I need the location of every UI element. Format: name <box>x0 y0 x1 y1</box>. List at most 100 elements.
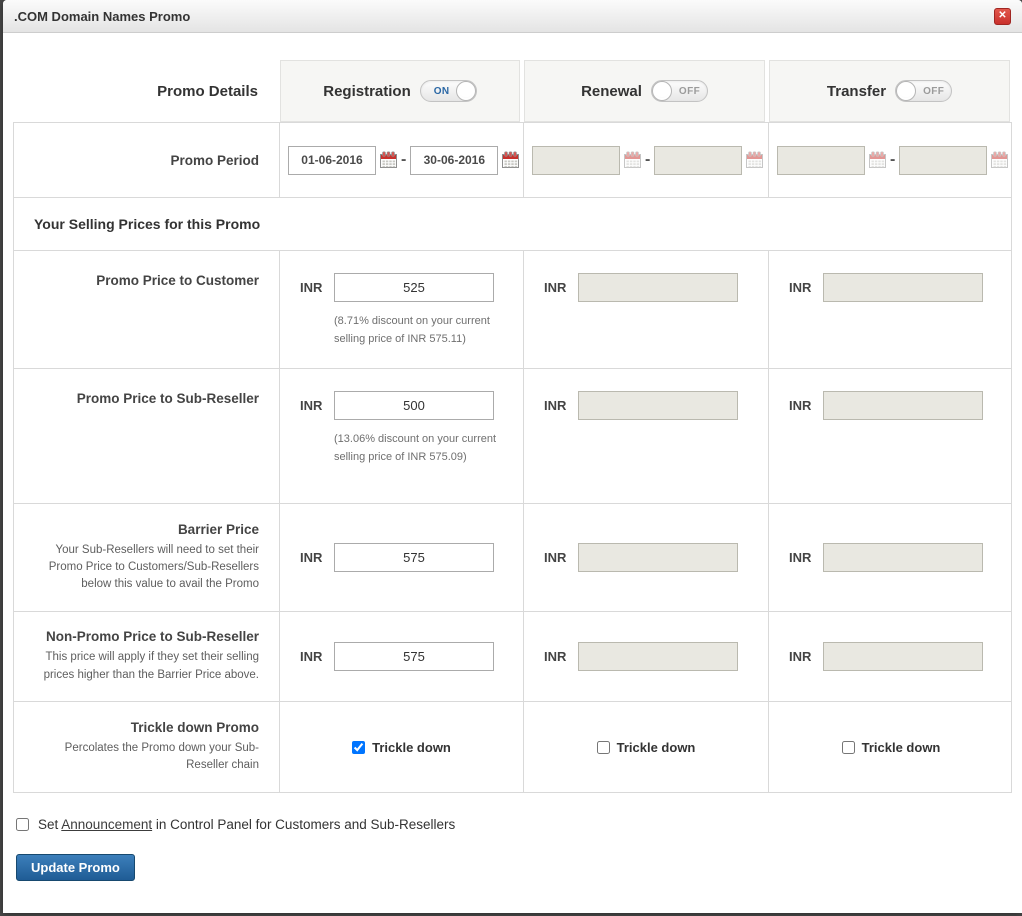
transfer-toggle[interactable]: OFF <box>895 80 953 102</box>
registration-price-cell: INR <box>279 612 523 701</box>
transfer-period-cell: - <box>768 123 1013 197</box>
column-header-renewal: Renewal OFF <box>524 60 765 122</box>
barrier-price-renewal-input <box>578 543 738 572</box>
toggle-state-label: OFF <box>923 85 945 97</box>
calendar-icon[interactable] <box>380 151 397 169</box>
toggle-knob-icon <box>896 81 917 101</box>
close-icon[interactable]: ✕ <box>994 7 1011 25</box>
currency-label: INR <box>544 398 567 413</box>
trickle-down-registration-checkbox[interactable] <box>352 740 366 754</box>
trickle-down-row: Trickle down Promo Percolates the Promo … <box>14 701 1011 792</box>
currency-label: INR <box>544 649 567 664</box>
transfer-price-cell: INR <box>768 612 1013 701</box>
barrier-price-transfer-input <box>823 543 983 572</box>
currency-label: INR <box>789 649 812 664</box>
promo-period-row: Promo Period - - <box>14 123 1011 197</box>
transfer-label: Transfer <box>826 82 887 100</box>
row-label-cell: Promo Price to Sub-Reseller <box>14 369 279 503</box>
promo-period-label-cell: Promo Period <box>14 123 279 197</box>
transfer-trickle-cell: Trickle down <box>768 702 1013 792</box>
date-range-separator: - <box>645 151 651 168</box>
renewal-price-cell: INR <box>523 251 768 368</box>
registration-trickle-cell: Trickle down <box>279 702 523 792</box>
registration-end-date-input[interactable] <box>410 145 499 175</box>
currency-label: INR <box>789 398 812 413</box>
promo-modal: .COM Domain Names Promo ✕ Promo Details … <box>3 0 1022 913</box>
announcement-prefix: Set <box>38 817 59 832</box>
row-label-cell: Trickle down Promo Percolates the Promo … <box>14 702 279 792</box>
row-label: Promo Price to Sub-Reseller <box>76 391 259 406</box>
renewal-price-cell: INR <box>523 504 768 611</box>
calendar-icon <box>991 151 1009 168</box>
barrier-price-row: Barrier Price Your Sub-Resellers will ne… <box>14 503 1011 611</box>
row-label: Non-Promo Price to Sub-Reseller <box>45 629 259 645</box>
toggle-knob-icon <box>455 81 476 101</box>
row-label: Promo Price to Customer <box>96 273 259 288</box>
row-description: Percolates the Promo down your Sub-Resel… <box>64 741 259 771</box>
currency-label: INR <box>789 550 812 565</box>
renewal-trickle-cell: Trickle down <box>523 702 768 792</box>
subreseller-price-transfer-input <box>823 391 983 420</box>
currency-label: INR <box>544 550 567 565</box>
registration-price-cell: INR <box>279 504 523 611</box>
registration-price-cell: INR (8.71% discount on your current sell… <box>279 251 523 368</box>
row-label-cell: Non-Promo Price to Sub-Reseller This pri… <box>14 612 279 701</box>
promo-details-header: Promo Details <box>157 82 258 100</box>
calendar-icon <box>624 151 641 168</box>
toggle-knob-icon <box>651 81 672 101</box>
transfer-price-cell: INR <box>768 504 1013 611</box>
column-header-row: Promo Details Registration ON Renewal OF… <box>13 60 1012 122</box>
renewal-label: Renewal <box>581 82 642 100</box>
trickle-down-renewal-checkbox[interactable] <box>596 740 610 754</box>
update-promo-button[interactable]: Update Promo <box>16 854 135 881</box>
date-range-separator: - <box>401 151 407 168</box>
currency-label: INR <box>300 398 323 413</box>
promo-price-subreseller-row: Promo Price to Sub-Reseller INR (13.06% … <box>14 368 1011 503</box>
row-description: This price will apply if they set their … <box>43 651 259 681</box>
row-label-cell: Barrier Price Your Sub-Resellers will ne… <box>14 504 279 611</box>
customer-price-registration-input[interactable] <box>334 273 494 302</box>
row-description: Your Sub-Resellers will need to set thei… <box>48 543 259 591</box>
promo-price-customer-row: Promo Price to Customer INR (8.71% disco… <box>14 250 1011 368</box>
subreseller-price-renewal-input <box>578 391 738 420</box>
modal-title: .COM Domain Names Promo <box>14 8 191 24</box>
registration-start-date-input[interactable] <box>288 145 376 175</box>
nonpromo-price-renewal-input <box>578 642 738 671</box>
renewal-start-date-input <box>532 145 620 175</box>
nonpromo-price-row: Non-Promo Price to Sub-Reseller This pri… <box>14 611 1011 701</box>
renewal-end-date-input <box>654 145 743 175</box>
row-label: Promo Period <box>170 152 259 168</box>
calendar-icon[interactable] <box>502 151 520 169</box>
nonpromo-price-registration-input[interactable] <box>334 642 494 671</box>
promo-table: Promo Period - - <box>13 122 1012 793</box>
discount-note: (13.06% discount on your current selling… <box>334 433 497 464</box>
renewal-period-cell: - <box>523 123 768 197</box>
date-range-separator: - <box>890 151 896 168</box>
announcement-link[interactable]: Announcement <box>61 817 152 832</box>
subreseller-price-registration-input[interactable] <box>334 391 494 420</box>
transfer-price-cell: INR <box>768 369 1013 503</box>
set-announcement-checkbox[interactable] <box>16 818 29 831</box>
announcement-text: Set Announcement in Control Panel for Cu… <box>38 817 455 832</box>
transfer-end-date-input <box>899 145 988 175</box>
transfer-start-date-input <box>777 145 865 175</box>
announcement-suffix: in Control Panel for Customers and Sub-R… <box>155 817 456 832</box>
row-label: Trickle down Promo <box>130 719 259 735</box>
currency-label: INR <box>300 649 323 664</box>
renewal-toggle[interactable]: OFF <box>650 80 708 102</box>
trickle-down-label: Trickle down <box>861 739 941 755</box>
column-header-registration: Registration ON <box>280 60 520 122</box>
modal-content: Promo Details Registration ON Renewal OF… <box>3 60 1022 881</box>
barrier-price-registration-input[interactable] <box>334 543 494 572</box>
customer-price-transfer-input <box>823 273 983 302</box>
registration-label: Registration <box>323 82 411 100</box>
transfer-price-cell: INR <box>768 251 1013 368</box>
currency-label: INR <box>300 280 323 295</box>
nonpromo-price-transfer-input <box>823 642 983 671</box>
currency-label: INR <box>789 280 812 295</box>
registration-toggle[interactable]: ON <box>419 80 477 102</box>
trickle-down-transfer-checkbox[interactable] <box>841 740 855 754</box>
currency-label: INR <box>544 280 567 295</box>
toggle-state-label: OFF <box>678 85 701 97</box>
trickle-down-label: Trickle down <box>616 739 696 755</box>
